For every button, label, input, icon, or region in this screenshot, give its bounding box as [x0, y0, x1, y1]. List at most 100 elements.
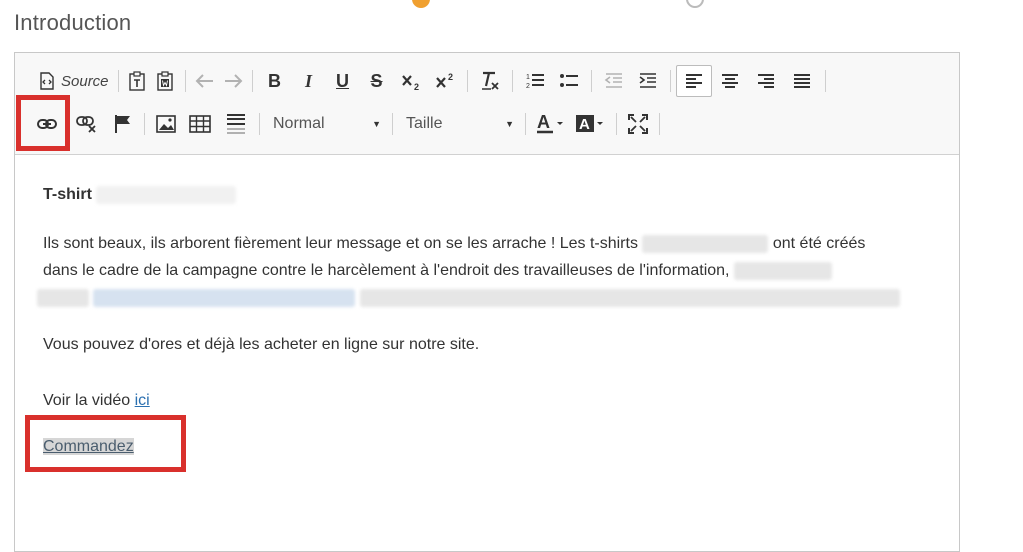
maximize-button[interactable] [622, 110, 654, 138]
undo-icon [195, 73, 215, 89]
paragraph-text: ont été créés [772, 235, 866, 252]
toolbar-separator [259, 113, 260, 135]
table-icon [189, 115, 211, 133]
video-text: Voir la vidéo [43, 392, 131, 409]
toolbar-row-1: Source B I U S 2 2 1 2 [35, 64, 831, 98]
paste-text-icon [128, 71, 148, 91]
paste-text-button[interactable] [124, 67, 152, 95]
toolbar-separator [117, 70, 119, 92]
toolbar-separator [659, 113, 660, 135]
align-right-button[interactable] [748, 67, 784, 95]
source-label: Source [61, 72, 109, 90]
background-color-button[interactable]: A [571, 110, 611, 138]
paragraph-text: Ils sont beaux, ils arborent fièrement l… [43, 235, 638, 252]
toolbar-separator [590, 70, 592, 92]
bulleted-list-icon [559, 72, 579, 90]
anchor-button[interactable] [107, 110, 139, 138]
link-button[interactable] [31, 110, 63, 138]
numbered-list-icon: 12 [525, 72, 545, 90]
chevron-down-icon: ▼ [505, 119, 514, 129]
strikethrough-button[interactable]: S [360, 67, 394, 95]
text-color-button[interactable]: A [531, 110, 571, 138]
align-center-button[interactable] [712, 67, 748, 95]
redacted-text [96, 185, 237, 204]
image-icon [156, 115, 176, 133]
editor-content[interactable]: T-shirt Ils sont beaux, ils arborent fiè… [15, 155, 959, 551]
underline-button[interactable]: U [326, 67, 360, 95]
content-order-line: Commandez [43, 433, 943, 460]
source-icon [39, 72, 55, 90]
superscript-icon: 2 [434, 71, 456, 91]
numbered-list-button[interactable]: 12 [518, 67, 552, 95]
toolbar-separator [824, 70, 826, 92]
paste-word-button[interactable] [152, 67, 180, 95]
italic-button[interactable]: I [292, 67, 326, 95]
format-select-value: Normal [273, 115, 325, 132]
section-title: Introduction [14, 10, 132, 35]
format-select[interactable]: Normal ▼ [265, 110, 387, 138]
flag-icon [114, 114, 132, 134]
svg-text:1: 1 [526, 74, 530, 81]
unlink-button[interactable] [71, 110, 103, 138]
step-indicator-active [412, 0, 430, 8]
bold-button[interactable]: B [258, 67, 292, 95]
paragraph-text: dans le cadre de la campagne contre le h… [43, 262, 730, 279]
redacted-text [642, 234, 769, 253]
font-size-select-value: Taille [406, 115, 443, 132]
bulleted-list-button[interactable] [552, 67, 586, 95]
text-color-icon: A [535, 113, 567, 135]
step-indicator-inactive [686, 0, 704, 8]
content-title: T-shirt [43, 181, 943, 208]
horizontal-rule-button[interactable] [218, 110, 254, 138]
editor-toolbar: Source B I U S 2 2 1 2 Normal ▼ Taille ▼… [15, 53, 959, 155]
redacted-link [93, 288, 356, 307]
align-left-icon [685, 73, 703, 89]
horizontal-rule-icon [226, 113, 246, 135]
background-color-icon: A [575, 113, 607, 135]
order-link[interactable]: Commandez [43, 438, 134, 455]
align-center-icon [721, 73, 739, 89]
chevron-down-icon: ▼ [372, 119, 381, 129]
increase-indent-button[interactable] [631, 67, 665, 95]
decrease-indent-button[interactable] [597, 67, 631, 95]
toolbar-separator [251, 70, 253, 92]
toolbar-row-2: Normal ▼ Taille ▼ A A [31, 107, 665, 141]
svg-text:2: 2 [414, 82, 419, 91]
toolbar-separator [616, 113, 617, 135]
justify-button[interactable] [784, 67, 820, 95]
table-button[interactable] [182, 110, 218, 138]
maximize-icon [628, 114, 648, 134]
redacted-text [37, 288, 89, 307]
video-link[interactable]: ici [135, 392, 150, 409]
remove-format-button[interactable] [473, 67, 507, 95]
redacted-text [733, 261, 832, 280]
redacted-text [359, 288, 900, 307]
toolbar-separator [144, 113, 145, 135]
content-paragraph-line [37, 284, 937, 311]
rich-text-editor: Source B I U S 2 2 1 2 Normal ▼ Taille ▼… [14, 52, 960, 552]
toolbar-separator [392, 113, 393, 135]
redo-icon [223, 73, 243, 89]
content-video-line: Voir la vidéo ici [43, 387, 943, 414]
image-button[interactable] [150, 110, 182, 138]
redo-button[interactable] [219, 67, 247, 95]
link-icon [37, 117, 57, 131]
subscript-icon: 2 [400, 71, 422, 91]
align-left-button[interactable] [675, 65, 712, 97]
paste-word-icon [156, 71, 176, 91]
svg-text:A: A [579, 116, 590, 133]
outdent-icon [604, 72, 624, 90]
source-button[interactable]: Source [35, 67, 113, 95]
justify-icon [793, 73, 811, 89]
toolbar-separator [184, 70, 186, 92]
toolbar-separator [466, 70, 468, 92]
content-buy-text: Vous pouvez d'ores et déjà les acheter e… [43, 336, 480, 353]
superscript-button[interactable]: 2 [428, 67, 462, 95]
svg-text:A: A [537, 113, 550, 132]
subscript-button[interactable]: 2 [394, 67, 428, 95]
font-size-select[interactable]: Taille ▼ [398, 110, 520, 138]
toolbar-separator [669, 70, 671, 92]
svg-text:2: 2 [526, 83, 530, 90]
toolbar-separator [511, 70, 513, 92]
undo-button[interactable] [191, 67, 219, 95]
